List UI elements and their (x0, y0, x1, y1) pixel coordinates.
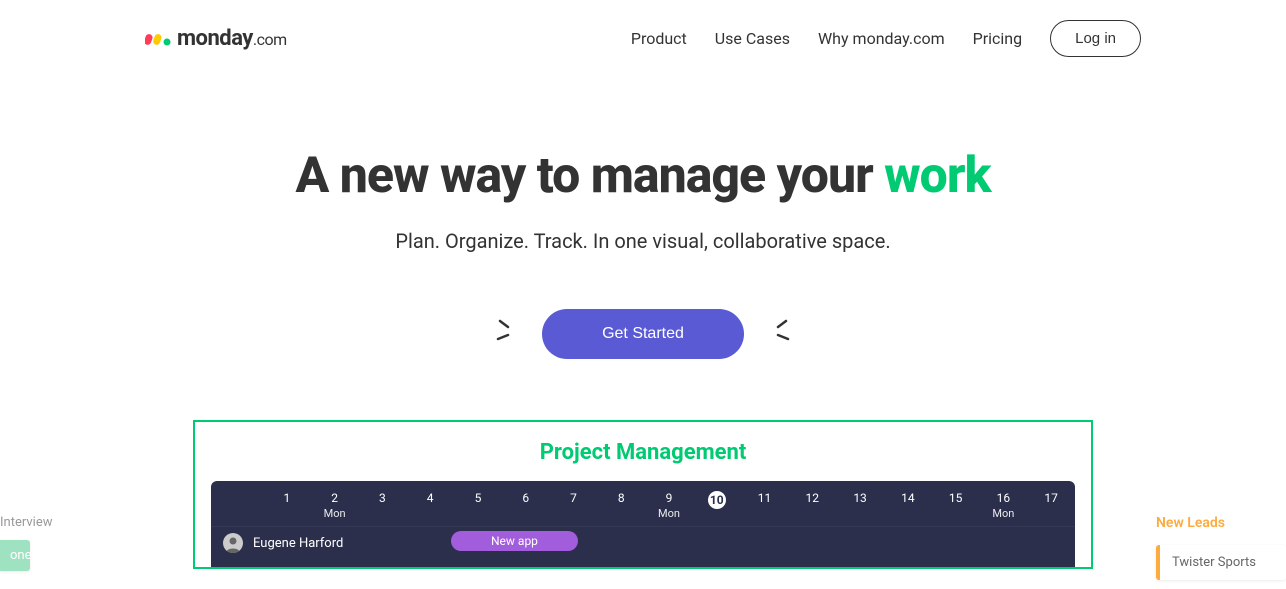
side-preview-left: Interview one (0, 420, 150, 571)
timeline-day[interactable]: 7 (550, 481, 598, 526)
day-label: Mon (979, 507, 1027, 520)
timeline-day[interactable]: 1 (263, 481, 311, 526)
timeline-spacer (211, 481, 263, 526)
day-number: 12 (788, 491, 836, 505)
nav-use-cases[interactable]: Use Cases (715, 29, 790, 48)
main-nav: Product Use Cases Why monday.com Pricing… (631, 20, 1141, 57)
day-number: 13 (836, 491, 884, 505)
nav-why[interactable]: Why monday.com (818, 29, 945, 48)
timeline-day[interactable]: 10 (693, 481, 741, 526)
spark-left-icon (494, 317, 520, 351)
day-number: 7 (550, 491, 598, 505)
side-preview-right: New Leads Twister Sports (1156, 420, 1286, 580)
spark-right-icon (766, 317, 792, 351)
timeline-day[interactable]: 5 (454, 481, 502, 526)
day-number: 16 (979, 491, 1027, 505)
site-header: monday.com Product Use Cases Why monday.… (0, 0, 1286, 57)
timeline-day[interactable]: 16 Mon (979, 481, 1027, 526)
timeline-header: 12Mon3456789Mon10111213141516Mon17 (211, 481, 1075, 527)
timeline-day[interactable]: 15 (932, 481, 980, 526)
side-left-heading: Interview (0, 515, 150, 540)
login-button[interactable]: Log in (1050, 20, 1141, 57)
day-number: 14 (884, 491, 932, 505)
timeline-day[interactable]: 11 (741, 481, 789, 526)
timeline-day[interactable]: 6 (502, 481, 550, 526)
day-number: 10 (708, 491, 726, 509)
side-right-card[interactable]: Twister Sports (1156, 545, 1286, 580)
day-number: 5 (454, 491, 502, 505)
day-number: 8 (597, 491, 645, 505)
day-number: 3 (359, 491, 407, 505)
day-number: 17 (1027, 491, 1075, 505)
timeline-day[interactable]: 2 Mon (311, 481, 359, 526)
nav-product[interactable]: Product (631, 29, 687, 48)
side-right-heading: New Leads (1156, 515, 1286, 531)
day-number: 9 (645, 491, 693, 505)
avatar (223, 533, 243, 553)
hero-section: A new way to manage your work Plan. Orga… (0, 147, 1286, 359)
day-number: 6 (502, 491, 550, 505)
side-left-pill: one (0, 540, 30, 571)
timeline: 12Mon3456789Mon10111213141516Mon17 Eugen… (211, 481, 1075, 567)
day-label: Mon (311, 507, 359, 520)
timeline-row[interactable]: Eugene Harford New app (211, 527, 1075, 559)
timeline-day[interactable]: 9 Mon (645, 481, 693, 526)
day-number: 2 (311, 491, 359, 505)
hero-title: A new way to manage your work (0, 147, 1286, 205)
day-number: 11 (741, 491, 789, 505)
brand-logo[interactable]: monday.com (145, 26, 287, 51)
timeline-day[interactable]: 12 (788, 481, 836, 526)
panel-title: Project Management (195, 440, 1091, 465)
timeline-day[interactable]: 17 (1027, 481, 1075, 526)
timeline-day[interactable]: 14 (884, 481, 932, 526)
nav-pricing[interactable]: Pricing (973, 29, 1023, 48)
cta-row: Get Started (0, 309, 1286, 359)
timeline-day[interactable]: 13 (836, 481, 884, 526)
day-label: Mon (645, 507, 693, 520)
day-number: 1 (263, 491, 311, 505)
timeline-day[interactable]: 4 (406, 481, 454, 526)
day-number: 15 (932, 491, 980, 505)
hero-subtitle: Plan. Organize. Track. In one visual, co… (0, 229, 1286, 253)
timeline-day[interactable]: 3 (359, 481, 407, 526)
project-panel: Project Management 12Mon3456789Mon101112… (193, 420, 1093, 569)
get-started-button[interactable]: Get Started (542, 309, 744, 359)
logo-mark (145, 30, 173, 48)
task-bar[interactable]: New app (451, 531, 578, 551)
day-number: 4 (406, 491, 454, 505)
brand-name: monday.com (177, 26, 287, 51)
timeline-day[interactable]: 8 (597, 481, 645, 526)
person-name: Eugene Harford (253, 536, 343, 551)
